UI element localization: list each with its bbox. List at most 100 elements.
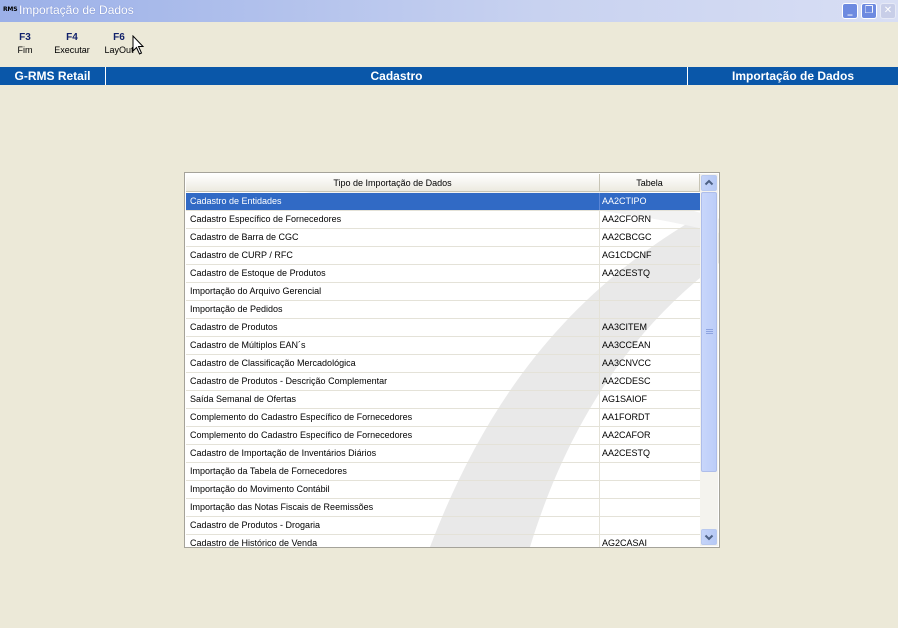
column-divider (599, 319, 600, 336)
cell-tipo: Cadastro de Múltiplos EAN´s (190, 340, 306, 350)
cell-tabela: AA1FORDT (602, 412, 651, 422)
column-divider (599, 229, 600, 246)
table-row[interactable]: Cadastro de Múltiplos EAN´s AA3CCEAN (186, 337, 700, 355)
layout-label: LayOut (104, 45, 134, 55)
column-divider (599, 463, 600, 480)
cell-tabela: AA2CESTQ (602, 448, 651, 458)
cell-tipo: Importação do Arquivo Gerencial (190, 286, 322, 296)
layout-button[interactable]: F6 LayOut (102, 32, 136, 55)
column-divider (599, 445, 600, 462)
thumb-grip (706, 329, 713, 330)
cell-tipo: Cadastro de Classificação Mercadológica (190, 358, 356, 368)
fim-label: Fim (17, 45, 33, 55)
scroll-up-button[interactable] (701, 175, 717, 191)
table-row[interactable]: Cadastro de Barra de CGC AA2CBCGC (186, 229, 700, 247)
column-divider (599, 373, 600, 390)
cell-tabela: AG1SAIOF (602, 394, 648, 404)
column-divider (599, 301, 600, 318)
table-row[interactable]: Cadastro de Produtos AA3CITEM (186, 319, 700, 337)
cell-tipo: Importação de Pedidos (190, 304, 283, 314)
cell-tabela: AG2CASAI (602, 538, 648, 548)
column-divider (599, 265, 600, 282)
column-divider (599, 283, 600, 300)
cell-tipo: Cadastro de Estoque de Produtos (190, 268, 326, 278)
table-row[interactable]: Importação do Movimento Contábil (186, 481, 700, 499)
cell-tipo: Importação do Movimento Contábil (190, 484, 330, 494)
cell-tipo: Importação da Tabela de Fornecedores (190, 466, 347, 476)
column-divider (599, 391, 600, 408)
column-divider (599, 427, 600, 444)
column-divider (599, 193, 600, 210)
table-row[interactable]: Cadastro de Produtos - Descrição Complem… (186, 373, 700, 391)
table-row[interactable]: Complemento do Cadastro Específico de Fo… (186, 427, 700, 445)
cell-tabela: AA3CCEAN (602, 340, 651, 350)
table-row[interactable]: Cadastro de Importação de Inventários Di… (186, 445, 700, 463)
cell-tipo: Cadastro de Produtos - Drogaria (190, 520, 321, 530)
app-icon: RMS (3, 6, 18, 13)
cell-tabela: AA2CDESC (602, 376, 651, 386)
cell-tabela: AA3CITEM (602, 322, 648, 332)
cell-tabela: AA2CTIPO (602, 196, 647, 206)
cell-tipo: Saída Semanal de Ofertas (190, 394, 297, 404)
minimize-button[interactable]: _ (842, 3, 858, 19)
column-divider (599, 481, 600, 498)
cell-tipo: Cadastro de Histórico de Venda (190, 538, 318, 548)
column-divider (599, 409, 600, 426)
table-row[interactable]: Cadastro de Classificação Mercadológica A… (186, 355, 700, 373)
window-title: Importação de Dados (19, 3, 134, 17)
table-row[interactable]: Cadastro de CURP / RFC AG1CDCNF (186, 247, 700, 265)
table-row[interactable]: Cadastro de Histórico de Venda AG2CASAI (186, 535, 700, 548)
header-module: Cadastro (370, 69, 423, 83)
header-screen-title: Importação de Dados (731, 69, 855, 83)
cell-tipo: Cadastro Específico de Fornecedores (190, 214, 342, 224)
cell-tipo: Cadastro de Importação de Inventários Di… (190, 448, 377, 458)
header-bar: G-RMS Retail Cadastro Importação de Dado… (0, 67, 898, 85)
thumb-grip (706, 331, 713, 332)
scroll-thumb[interactable] (701, 192, 717, 472)
header-system-name: G-RMS Retail (14, 69, 91, 83)
fim-key: F3 (19, 32, 31, 43)
cell-tipo: Importação das Notas Fiscais de Reemissõ… (190, 502, 374, 512)
cell-tipo: Cadastro de Barra de CGC (190, 232, 299, 242)
import-type-grid[interactable]: Tipo de Importação de Dados Tabela Cadas… (184, 172, 720, 548)
table-row[interactable]: Importação das Notas Fiscais de Reemissõ… (186, 499, 700, 517)
executar-label: Executar (54, 45, 90, 55)
cell-tabela: AA2CAFOR (602, 430, 651, 440)
table-row[interactable]: Cadastro de Entidades AA2CTIPO (186, 193, 700, 211)
table-row[interactable]: Saída Semanal de Ofertas AG1SAIOF (186, 391, 700, 409)
table-row[interactable]: Cadastro de Estoque de Produtos AA2CESTQ (186, 265, 700, 283)
column-divider (599, 247, 600, 264)
column-divider (599, 355, 600, 372)
grid-header: Tipo de Importação de Dados Tabela (186, 174, 700, 192)
table-row[interactable]: Complemento do Cadastro Específico de Fo… (186, 409, 700, 427)
maximize-button[interactable]: ❐ (861, 3, 877, 19)
column-header-tabela[interactable]: Tabela (600, 174, 700, 192)
table-row[interactable]: Importação de Pedidos (186, 301, 700, 319)
scroll-down-button[interactable] (701, 529, 717, 545)
cell-tipo: Cadastro de CURP / RFC (190, 250, 293, 260)
cell-tabela (602, 283, 698, 300)
table-row[interactable]: Importação da Tabela de Fornecedores (186, 463, 700, 481)
cell-tipo: Cadastro de Entidades (190, 196, 282, 206)
layout-key: F6 (113, 32, 125, 43)
close-button[interactable]: ✕ (880, 3, 896, 19)
table-row[interactable]: Cadastro Específico de Fornecedores AA2CF… (186, 211, 700, 229)
vertical-scrollbar[interactable] (700, 174, 718, 546)
column-divider (599, 211, 600, 228)
chevron-down-icon (704, 534, 714, 541)
cell-tabela (602, 481, 698, 498)
cell-tabela (602, 499, 698, 516)
cell-tabela (602, 301, 698, 318)
cell-tipo: Cadastro de Produtos (190, 322, 278, 332)
thumb-grip (706, 333, 713, 334)
cell-tabela: AA3CNVCC (602, 358, 652, 368)
title-bar: RMS Importação de Dados _ ❐ ✕ (0, 0, 898, 22)
fim-button[interactable]: F3 Fim (10, 32, 40, 55)
executar-button[interactable]: F4 Executar (52, 32, 92, 55)
table-row[interactable]: Importação do Arquivo Gerencial (186, 283, 700, 301)
column-header-tipo[interactable]: Tipo de Importação de Dados (186, 174, 600, 192)
executar-key: F4 (66, 32, 78, 43)
cell-tipo: Complemento do Cadastro Específico de Fo… (190, 412, 413, 422)
table-row[interactable]: Cadastro de Produtos - Drogaria (186, 517, 700, 535)
column-divider (599, 535, 600, 547)
